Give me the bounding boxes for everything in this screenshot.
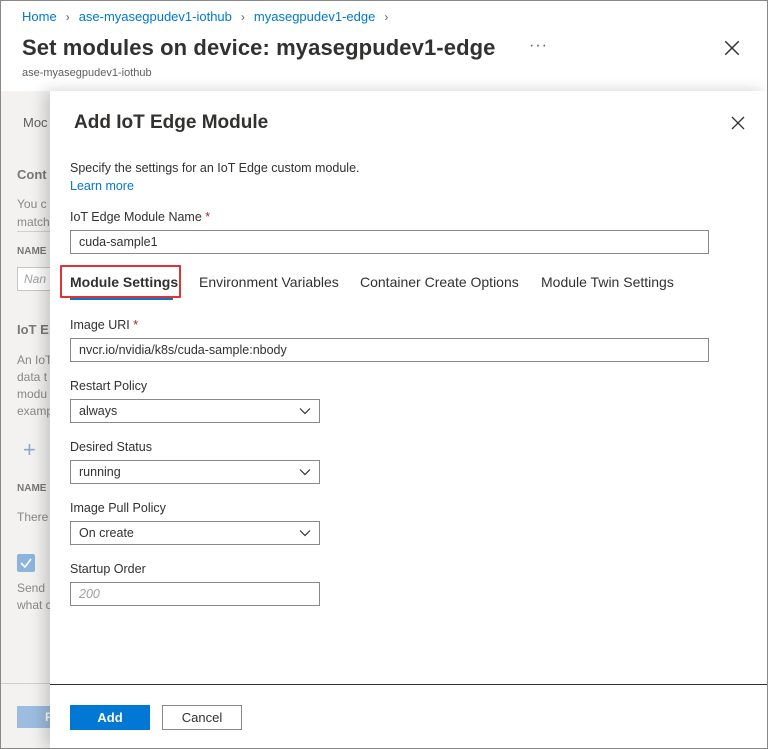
image-uri-input[interactable]: [70, 338, 709, 362]
bg-text-line: data t: [17, 370, 48, 384]
bg-text-line: examp: [17, 404, 54, 418]
tab-container-create-options[interactable]: Container Create Options: [360, 274, 519, 290]
breadcrumb: Home › ase-myasegpudev1-iothub › myasegp…: [22, 9, 397, 24]
bg-text-line: Send: [17, 581, 46, 595]
module-name-label: IoT Edge Module Name *: [70, 210, 211, 224]
page-title: Set modules on device: myasegpudev1-edge: [22, 35, 496, 60]
bg-section-heading: Cont: [17, 167, 47, 182]
bg-column-header: NAME: [17, 483, 47, 494]
close-icon[interactable]: [730, 115, 746, 131]
tab-module-settings[interactable]: Module Settings: [70, 274, 178, 290]
desired-status-select[interactable]: running: [70, 460, 320, 484]
tab-environment-variables[interactable]: Environment Variables: [199, 274, 339, 290]
add-button[interactable]: Add: [70, 705, 150, 730]
chevron-down-icon: [299, 469, 311, 476]
bg-text-line: match: [17, 215, 50, 229]
desired-status-value: running: [79, 465, 121, 479]
intro-text: Specify the settings for an IoT Edge cus…: [70, 161, 360, 175]
startup-order-input[interactable]: [70, 582, 320, 606]
image-uri-label: Image URI *: [70, 318, 139, 332]
app-window: Home › ase-myasegpudev1-iothub › myasegp…: [0, 0, 768, 749]
bg-text-line: what c: [17, 598, 52, 612]
required-mark: *: [133, 318, 139, 332]
page-subtitle: ase-myasegpudev1-iothub: [22, 67, 152, 79]
bg-column-header: NAME: [17, 246, 47, 257]
desired-status-label: Desired Status: [70, 440, 152, 454]
image-pull-policy-value: On create: [79, 526, 134, 540]
breadcrumb-home[interactable]: Home: [22, 9, 57, 24]
required-mark: *: [205, 210, 211, 224]
breadcrumb-iothub[interactable]: ase-myasegpudev1-iothub: [79, 9, 232, 24]
bg-text-line: You c: [17, 197, 47, 211]
image-pull-policy-select[interactable]: On create: [70, 521, 320, 545]
chevron-right-icon: ›: [65, 9, 70, 24]
image-pull-policy-label: Image Pull Policy: [70, 501, 166, 515]
bg-text-line: An IoT: [17, 353, 53, 367]
panel-title: Add IoT Edge Module: [74, 112, 269, 133]
checkbox-icon: [17, 554, 35, 572]
footer-divider: [50, 684, 767, 685]
active-tab-indicator: [70, 298, 173, 300]
chevron-down-icon: [299, 530, 311, 537]
chevron-down-icon: [299, 408, 311, 415]
bg-text-line: There: [17, 510, 49, 524]
chevron-right-icon: ›: [240, 9, 245, 24]
more-options-icon[interactable]: ···: [529, 37, 548, 55]
close-icon[interactable]: [723, 39, 741, 57]
add-module-panel: Add IoT Edge Module Specify the settings…: [50, 91, 767, 748]
restart-policy-label: Restart Policy: [70, 379, 148, 393]
breadcrumb-device[interactable]: myasegpudev1-edge: [254, 9, 375, 24]
startup-order-label: Startup Order: [70, 562, 146, 576]
bg-tab-modules: Moc: [23, 115, 48, 130]
plus-icon: +: [23, 437, 36, 462]
cancel-button[interactable]: Cancel: [162, 705, 242, 730]
learn-more-link[interactable]: Learn more: [70, 179, 134, 193]
bg-text-line: modu: [17, 387, 48, 401]
restart-policy-value: always: [79, 404, 118, 418]
tab-module-twin-settings[interactable]: Module Twin Settings: [541, 274, 674, 290]
bg-section-heading: IoT E: [17, 322, 49, 337]
restart-policy-select[interactable]: always: [70, 399, 320, 423]
module-name-input[interactable]: [70, 230, 709, 254]
chevron-right-icon: ›: [384, 9, 389, 24]
